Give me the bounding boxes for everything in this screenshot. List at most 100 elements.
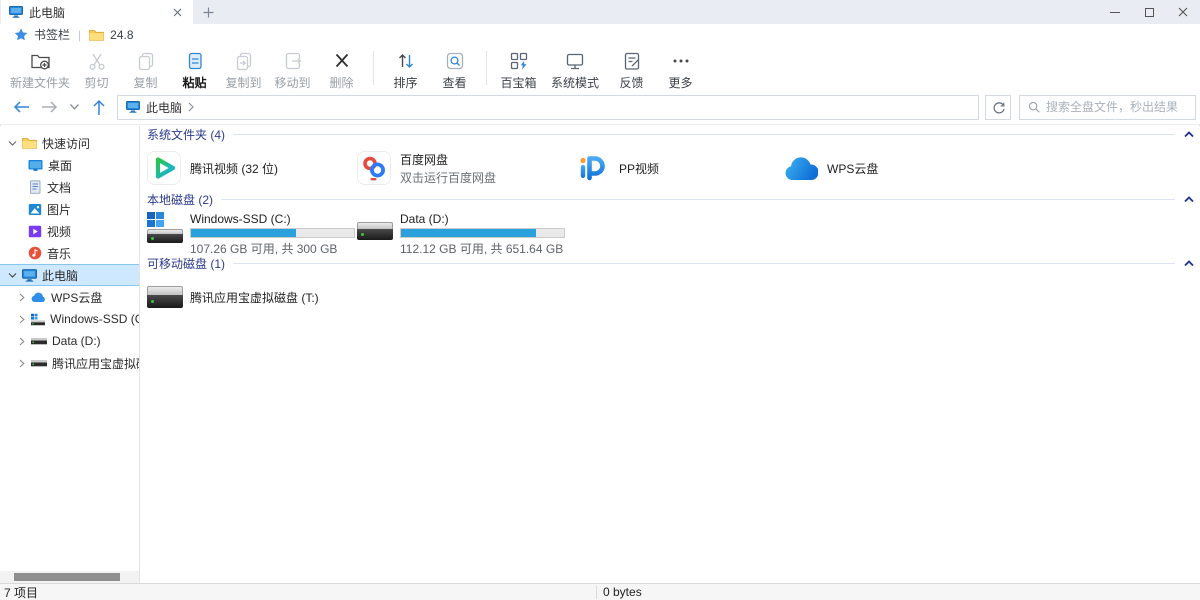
section-header: 可移动磁盘 (1): [147, 257, 1200, 270]
item-tencent-video[interactable]: 腾讯视频 (32 位): [147, 150, 357, 186]
copy-to-label: 复制到: [226, 74, 262, 91]
section-removable-disks: 可移动磁盘 (1) 腾讯应用宝虚拟磁盘 (T:): [147, 257, 1200, 312]
item-wps-cloud[interactable]: WPS云盘: [784, 150, 994, 186]
bookmark-bar-label[interactable]: 书签栏: [34, 26, 70, 43]
copy-to-button[interactable]: 复制到: [219, 48, 268, 91]
section-title: 可移动磁盘 (1): [147, 255, 225, 272]
toolbox-button[interactable]: 百宝箱: [494, 48, 543, 91]
address-bar[interactable]: 此电脑: [117, 95, 979, 120]
chevron-down-icon[interactable]: [8, 140, 17, 147]
maximize-button[interactable]: [1132, 0, 1166, 24]
back-icon[interactable]: [13, 99, 30, 115]
computer-icon: [22, 269, 37, 282]
item-pp-video[interactable]: PP视频: [576, 150, 784, 186]
more-label: 更多: [669, 74, 693, 91]
section-system-folders: 系统文件夹 (4): [147, 128, 1200, 186]
chevron-right-icon[interactable]: [17, 293, 26, 302]
sidebar-group-quick-access[interactable]: 快速访问: [0, 132, 139, 154]
toolbox-label: 百宝箱: [501, 74, 537, 91]
system-mode-button[interactable]: 系统模式: [543, 48, 607, 91]
sidebar-item-documents[interactable]: 文档: [0, 176, 139, 198]
pp-video-icon: [576, 151, 610, 185]
sidebar-item-pictures[interactable]: 图片: [0, 198, 139, 220]
sort-label: 排序: [394, 74, 418, 91]
main-area: 快速访问 桌面 文档: [0, 126, 1200, 583]
history-chevron-icon[interactable]: [69, 103, 80, 111]
paste-button[interactable]: 粘贴: [170, 48, 219, 91]
new-folder-icon: [29, 49, 52, 72]
more-button[interactable]: 更多: [656, 48, 705, 91]
pictures-icon: [28, 203, 42, 216]
sidebar-item-label: 音乐: [47, 245, 71, 262]
breadcrumb-chevron-icon[interactable]: [188, 102, 194, 112]
sidebar-item-drive-c[interactable]: Windows-SSD (C:): [0, 308, 139, 330]
windows-drive-icon: [31, 313, 45, 326]
drive-t-item[interactable]: 腾讯应用宝虚拟磁盘 (T:): [147, 282, 357, 312]
search-input[interactable]: [1046, 100, 1188, 114]
sort-button[interactable]: 排序: [381, 48, 430, 91]
drive-c-item[interactable]: Windows-SSD (C:) 107.26 GB 可用, 共 300 GB: [147, 212, 357, 250]
sidebar-item-label: 图片: [47, 201, 71, 218]
new-tab-button[interactable]: [200, 4, 216, 20]
sidebar-item-wps-cloud[interactable]: WPS云盘: [0, 286, 139, 308]
chevron-right-icon[interactable]: [17, 315, 26, 324]
sidebar-item-label: Windows-SSD (C:): [50, 312, 139, 326]
collapse-chevron-icon[interactable]: [1184, 131, 1194, 138]
refresh-icon: [991, 100, 1006, 115]
removable-drive-icon: [147, 284, 183, 310]
paste-icon: [184, 49, 206, 72]
bookmark-folder-label[interactable]: 24.8: [110, 28, 133, 42]
sidebar-item-videos[interactable]: 视频: [0, 220, 139, 242]
delete-button[interactable]: 删除: [317, 48, 366, 91]
sidebar-item-desktop[interactable]: 桌面: [0, 154, 139, 176]
chevron-right-icon[interactable]: [17, 359, 26, 368]
status-divider: [596, 586, 597, 599]
sidebar-item-drive-t[interactable]: 腾讯应用宝虚拟磁盘 (T:): [0, 352, 139, 374]
toolbar: 新建文件夹 剪切 复制: [0, 45, 1200, 90]
sidebar-group-this-pc[interactable]: 此电脑: [0, 264, 139, 286]
drive-icon: [357, 212, 393, 246]
item-baidu-netdisk[interactable]: 百度网盘 双击运行百度网盘: [357, 150, 576, 186]
baidu-netdisk-icon: [357, 151, 391, 185]
sort-arrows-icon: [395, 49, 417, 72]
move-to-button[interactable]: 移动到: [268, 48, 317, 91]
status-bar: 7 项目 0 bytes: [0, 583, 1200, 600]
search-icon: [1027, 100, 1041, 114]
feedback-doc-icon: [621, 49, 643, 72]
star-icon[interactable]: [14, 28, 28, 41]
copy-button[interactable]: 复制: [121, 48, 170, 91]
collapse-chevron-icon[interactable]: [1184, 260, 1194, 267]
chevron-right-icon[interactable]: [17, 337, 26, 346]
system-mode-label: 系统模式: [551, 74, 599, 91]
tab-this-pc[interactable]: 此电脑: [1, 0, 193, 24]
collapse-chevron-icon[interactable]: [1184, 196, 1194, 203]
documents-icon: [28, 180, 42, 194]
cut-button[interactable]: 剪切: [72, 48, 121, 91]
chevron-down-icon[interactable]: [8, 272, 17, 279]
toolbar-separator: [373, 51, 374, 85]
tab-close-icon[interactable]: [169, 4, 185, 20]
feedback-button[interactable]: 反馈: [607, 48, 656, 91]
item-name: 百度网盘: [400, 151, 496, 168]
copy-icon: [135, 49, 157, 72]
forward-icon[interactable]: [41, 99, 58, 115]
sidebar-item-label: 快速访问: [42, 135, 90, 152]
close-button[interactable]: [1166, 0, 1200, 24]
sidebar-item-drive-d[interactable]: Data (D:): [0, 330, 139, 352]
up-icon[interactable]: [91, 99, 107, 116]
toolbox-grid-icon: [508, 49, 530, 72]
tab-title: 此电脑: [29, 4, 163, 21]
sidebar-horizontal-scrollbar[interactable]: [0, 571, 139, 583]
breadcrumb[interactable]: 此电脑: [146, 99, 182, 116]
close-icon: [1178, 7, 1188, 17]
new-folder-button[interactable]: 新建文件夹: [8, 48, 72, 91]
view-button[interactable]: 查看: [430, 48, 479, 91]
scrollbar-thumb[interactable]: [14, 573, 120, 581]
drive-d-item[interactable]: Data (D:) 112.12 GB 可用, 共 651.64 GB: [357, 212, 576, 250]
sidebar-item-label: WPS云盘: [51, 289, 102, 306]
tencent-video-icon: [147, 151, 181, 185]
titlebar: 此电脑: [0, 0, 1200, 24]
minimize-button[interactable]: [1098, 0, 1132, 24]
sidebar-item-music[interactable]: 音乐: [0, 242, 139, 264]
refresh-button[interactable]: [985, 95, 1011, 120]
